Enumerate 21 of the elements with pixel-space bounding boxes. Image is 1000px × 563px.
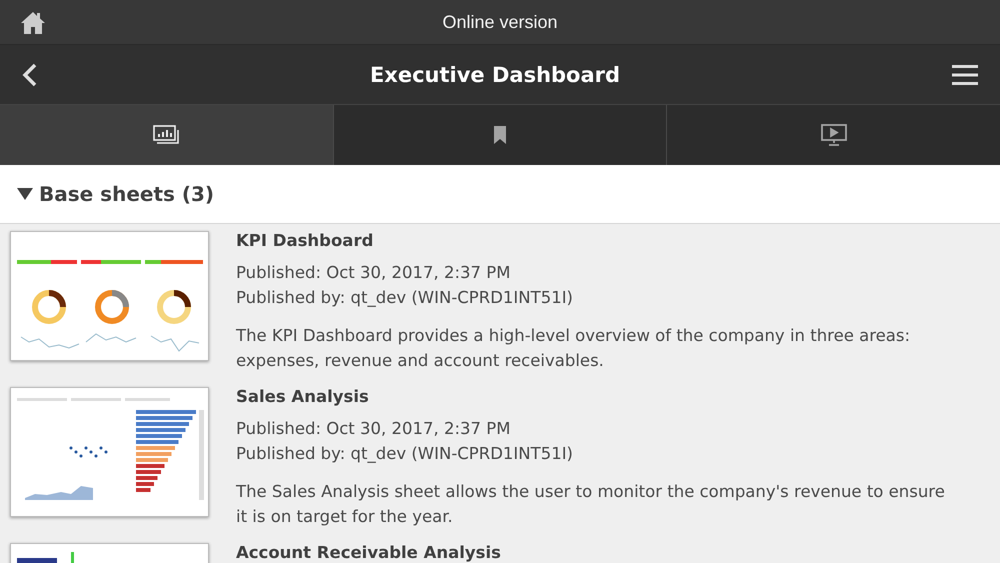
bookmark-icon	[493, 125, 507, 145]
caret-down-icon[interactable]	[17, 187, 33, 201]
chevron-left-icon	[22, 62, 38, 86]
sheet-description: The Sales Analysis sheet allows the user to monitor the company's revenue to ensure it is on target for the year.	[236, 481, 946, 528]
sheet-description: The KPI Dashboard provides a high-level overview of the company in three areas: expenses, revenue and account receivables.	[236, 325, 912, 372]
sheets-icon	[152, 125, 180, 145]
kpi-dashboard-thumbnail[interactable]	[10, 231, 209, 361]
publisher: Published by: qt_dev (WIN-CPRD1INT51I)	[236, 287, 574, 309]
sheet-title[interactable]: Account Receivable Analysis	[236, 544, 501, 562]
app-title: Executive Dashboard	[370, 62, 620, 86]
sheet-title[interactable]: KPI Dashboard	[236, 232, 946, 250]
published-date: Published: Oct 30, 2017, 2:37 PM	[236, 262, 512, 284]
home-icon	[20, 10, 46, 36]
published-date: Published: Oct 30, 2017, 2:37 PM	[236, 418, 512, 440]
section-title: Base sheets (3)	[39, 182, 214, 206]
version-label: Online version	[442, 12, 558, 32]
sales-analysis-thumbnail[interactable]	[10, 387, 209, 517]
menu-icon	[952, 64, 978, 86]
sheet-title[interactable]: Sales Analysis	[236, 388, 946, 406]
publisher: Published by: qt_dev (WIN-CPRD1INT51I)	[236, 443, 574, 465]
presentation-icon	[820, 124, 847, 146]
